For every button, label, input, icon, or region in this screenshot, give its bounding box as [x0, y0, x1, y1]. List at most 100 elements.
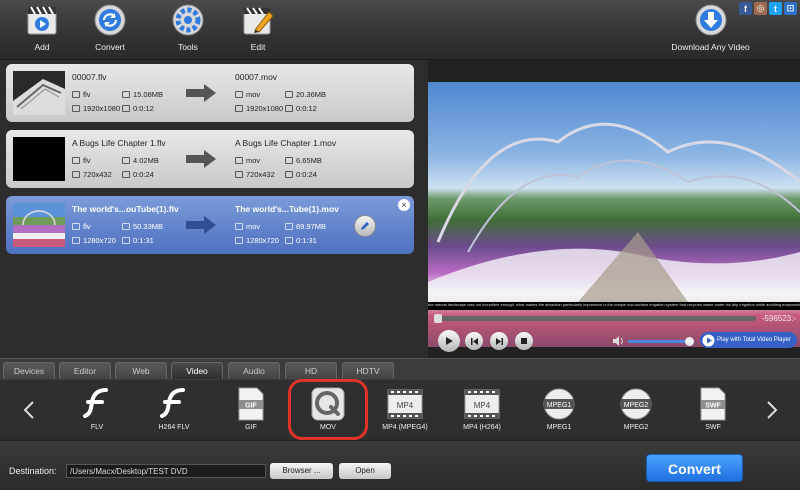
swf-file-icon: SWF — [693, 386, 733, 422]
social-links: f ◎ t ⊡ — [739, 2, 797, 15]
source-file-name: 00007.flv — [72, 72, 107, 82]
format-swf[interactable]: SWF SWF — [678, 386, 748, 436]
tools-label: Tools — [178, 42, 198, 52]
chevron-right-icon[interactable] — [765, 400, 779, 420]
destination-label: Destination: — [9, 466, 57, 476]
source-format: flv — [72, 156, 91, 165]
tab-web[interactable]: Web — [115, 362, 167, 379]
share-icon[interactable]: ⊡ — [784, 2, 797, 15]
convert-refresh-icon — [93, 2, 127, 38]
output-duration: 0:0:12 — [285, 104, 317, 113]
edit-button[interactable]: Edit — [223, 2, 293, 58]
tab-hdtv[interactable]: HDTV — [342, 362, 394, 379]
convert-tool-label: Convert — [95, 42, 125, 52]
tab-devices[interactable]: Devices — [3, 362, 55, 379]
convert-button[interactable]: Convert — [646, 454, 743, 482]
previous-button[interactable] — [465, 332, 483, 350]
facebook-icon[interactable]: f — [739, 2, 752, 15]
source-size: 4.02MB — [122, 156, 159, 165]
open-button[interactable]: Open — [339, 463, 391, 479]
seek-slider[interactable] — [434, 314, 756, 323]
time-display: -596523:- — [761, 314, 796, 323]
video-preview-panel: the natural landscape was not incredible… — [428, 60, 800, 358]
svg-text:MPEG1: MPEG1 — [547, 402, 572, 409]
play-button[interactable] — [438, 330, 460, 352]
source-resolution: 720x432 — [72, 170, 112, 179]
output-format: mov — [235, 156, 260, 165]
stop-button[interactable] — [515, 332, 533, 350]
edit-pencil-icon[interactable] — [354, 215, 376, 237]
film-reel-icon: MPEG1 — [539, 386, 579, 422]
gif-file-icon: GIF — [231, 386, 271, 422]
format-mp4-h264[interactable]: MP4 MP4 (H264) — [447, 386, 517, 436]
output-file-name: A Bugs Life Chapter 1.mov — [235, 138, 337, 148]
video-thumbnail — [13, 71, 65, 115]
format-mp4-mpeg4[interactable]: MP4 MP4 (MPEG4) — [370, 386, 440, 436]
source-file-name: A Bugs Life Chapter 1.flv — [72, 138, 166, 148]
film-strip-icon: MP4 — [385, 386, 425, 422]
add-video-icon — [25, 2, 59, 38]
twitter-icon[interactable]: t — [769, 2, 782, 15]
output-file-name: The world's...Tube(1).mov — [235, 204, 339, 214]
svg-text:MP4: MP4 — [474, 401, 491, 410]
tab-video[interactable]: Video — [171, 362, 223, 379]
play-icon — [446, 337, 453, 345]
edit-clapboard-icon — [241, 2, 275, 38]
source-resolution: 1280x720 — [72, 236, 116, 245]
source-format: flv — [72, 222, 91, 231]
stop-icon — [521, 338, 527, 344]
format-list: FLV H264 FLV GIF GIF MOV MP4 MP4 (MPEG4)… — [0, 380, 800, 438]
destination-path-input[interactable] — [66, 464, 266, 478]
destination-bar: Destination: Browser ... Open Convert — [0, 440, 800, 490]
video-frame[interactable]: the natural landscape was not incredible… — [428, 82, 800, 347]
format-h264-flv[interactable]: H264 FLV — [139, 386, 209, 436]
file-item-2[interactable]: A Bugs Life Chapter 1.flv flv 4.02MB 720… — [6, 130, 414, 188]
output-format: mov — [235, 222, 260, 231]
tab-editor[interactable]: Editor — [59, 362, 111, 379]
tools-button[interactable]: Tools — [153, 2, 223, 58]
format-flv[interactable]: FLV — [62, 386, 132, 436]
source-resolution: 1920x1080 — [72, 104, 120, 113]
source-duration: 0:1:31 — [122, 236, 154, 245]
tab-hd[interactable]: HD — [285, 362, 337, 379]
output-format: mov — [235, 90, 260, 99]
svg-text:GIF: GIF — [245, 403, 257, 410]
gear-icon — [171, 2, 205, 38]
format-mpeg2[interactable]: MPEG2 MPEG2 — [601, 386, 671, 436]
video-caption: the natural landscape was not incredible… — [428, 302, 800, 310]
main-toolbar: Add Convert Tools Edit Download Any Vide… — [0, 0, 800, 60]
file-list: 00007.flv flv 15.08MB 1920x1080 0:0:12 0… — [0, 60, 427, 358]
video-thumbnail — [13, 137, 65, 181]
skip-forward-icon — [495, 337, 503, 345]
next-button[interactable] — [490, 332, 508, 350]
convert-tool-button[interactable]: Convert — [75, 2, 145, 58]
file-item-3-selected[interactable]: The world's...ouTube(1).flv flv 50.33MB … — [6, 196, 414, 254]
skip-back-icon — [470, 337, 478, 345]
output-duration: 0:0:24 — [285, 170, 317, 179]
volume-slider[interactable] — [628, 337, 694, 346]
instagram-icon[interactable]: ◎ — [754, 2, 767, 15]
download-label: Download Any Video — [671, 42, 750, 52]
flash-icon — [154, 386, 194, 422]
remove-item-close-icon[interactable]: × — [398, 199, 410, 211]
output-resolution: 1920x1080 — [235, 104, 283, 113]
add-button[interactable]: Add — [7, 2, 77, 58]
source-file-name: The world's...ouTube(1).flv — [72, 204, 179, 214]
chevron-left-icon[interactable] — [22, 400, 36, 420]
play-with-total-video-player-button[interactable]: Play with Total Video Player — [700, 332, 797, 348]
flash-icon — [77, 386, 117, 422]
format-gif[interactable]: GIF GIF — [216, 386, 286, 436]
browse-button[interactable]: Browser ... — [270, 463, 333, 479]
download-any-video-button[interactable]: Download Any Video — [671, 2, 750, 58]
tab-audio[interactable]: Audio — [228, 362, 280, 379]
output-duration: 0:1:31 — [285, 236, 317, 245]
total-player-icon — [702, 334, 715, 346]
source-size: 50.33MB — [122, 222, 163, 231]
svg-text:SWF: SWF — [705, 403, 721, 410]
source-duration: 0:0:24 — [122, 170, 154, 179]
volume-icon[interactable] — [613, 336, 625, 346]
arrow-right-icon — [186, 216, 216, 234]
format-mpeg1[interactable]: MPEG1 MPEG1 — [524, 386, 594, 436]
output-size: 69.97MB — [285, 222, 326, 231]
file-item-1[interactable]: 00007.flv flv 15.08MB 1920x1080 0:0:12 0… — [6, 64, 414, 122]
